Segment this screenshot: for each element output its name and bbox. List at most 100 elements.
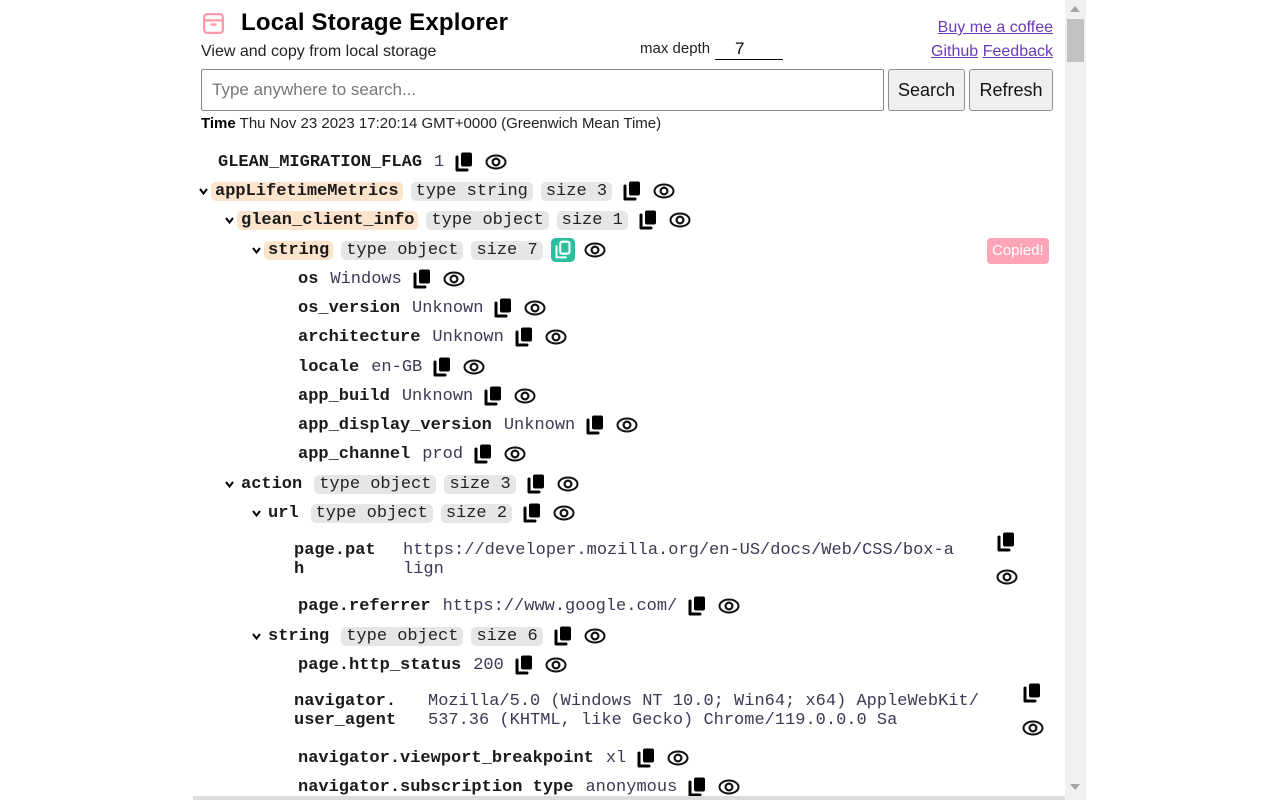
copy-icon[interactable] <box>524 472 548 496</box>
entry-key[interactable]: string <box>264 627 333 646</box>
copy-icon[interactable] <box>551 624 575 648</box>
entry-value: Unknown <box>503 415 576 435</box>
copy-icon[interactable] <box>520 501 544 525</box>
entry-key[interactable]: locale <box>294 358 363 377</box>
expand-caret-icon[interactable] <box>250 244 262 257</box>
eye-icon[interactable] <box>996 569 1018 591</box>
eye-icon[interactable] <box>1022 720 1044 742</box>
copy-icon[interactable] <box>512 653 536 677</box>
eye-icon[interactable] <box>556 472 580 496</box>
entry-key[interactable]: url <box>264 504 303 523</box>
type-badge: type string <box>410 181 533 201</box>
eye-icon[interactable] <box>552 501 576 525</box>
tree-row: page.http_status 200 <box>294 652 568 678</box>
copied-check-icon[interactable] <box>550 238 575 262</box>
entry-key: navigator. user_agent <box>294 692 397 730</box>
copy-icon[interactable] <box>452 150 476 174</box>
refresh-button[interactable]: Refresh <box>969 69 1053 111</box>
max-depth-input[interactable] <box>715 38 783 60</box>
entry-key[interactable]: navigator.subscription type <box>294 778 577 797</box>
eye-icon[interactable] <box>523 296 547 320</box>
tree-row: action type object size 3 <box>223 471 580 497</box>
copy-icon[interactable] <box>583 413 607 437</box>
entry-key[interactable]: page.http_status <box>294 656 465 675</box>
copy-icon[interactable] <box>685 594 709 618</box>
time-value: Thu Nov 23 2023 17:20:14 GMT+0000 (Green… <box>239 115 662 132</box>
size-badge: size 7 <box>471 240 543 260</box>
eye-icon[interactable] <box>666 746 690 770</box>
tree-row: app_display_version Unknown <box>294 412 639 438</box>
entry-key[interactable]: app_channel <box>294 445 414 464</box>
search-button[interactable]: Search <box>888 69 965 111</box>
entry-value: 200 <box>473 655 504 675</box>
entry-value: https://developer.mozilla.org/en-US/docs… <box>403 541 954 579</box>
tree-row: os Windows <box>294 266 466 292</box>
eye-icon[interactable] <box>544 653 568 677</box>
eye-icon[interactable] <box>462 355 486 379</box>
copy-icon[interactable] <box>996 531 1016 559</box>
tree-row: GLEAN_MIGRATION_FLAG 1 <box>214 149 508 175</box>
copy-icon[interactable] <box>634 746 658 770</box>
horizontal-scrollbar[interactable] <box>193 796 1065 800</box>
search-input[interactable] <box>201 69 884 111</box>
copy-icon[interactable] <box>481 384 505 408</box>
tree-row: glean_client_info type object size 1 <box>223 207 692 233</box>
expand-caret-icon[interactable] <box>197 185 209 198</box>
size-badge: size 3 <box>444 474 516 494</box>
eye-icon[interactable] <box>513 384 537 408</box>
entry-key[interactable]: architecture <box>294 328 424 347</box>
entry-key[interactable]: action <box>237 475 306 494</box>
entry-value: Unknown <box>401 386 474 406</box>
size-badge: size 1 <box>556 210 628 230</box>
copy-icon[interactable] <box>491 296 515 320</box>
eye-icon[interactable] <box>717 594 741 618</box>
expand-caret-icon[interactable] <box>223 478 235 491</box>
type-badge: type object <box>314 474 437 494</box>
entry-value: anonymous <box>585 777 678 797</box>
eye-icon[interactable] <box>484 150 508 174</box>
entry-key[interactable]: navigator.viewport_breakpoint <box>294 749 598 768</box>
eye-icon[interactable] <box>544 325 568 349</box>
eye-icon[interactable] <box>583 624 607 648</box>
entry-key[interactable]: GLEAN_MIGRATION_FLAG <box>214 153 426 172</box>
copy-icon[interactable] <box>636 208 660 232</box>
type-badge: type object <box>310 503 433 523</box>
feedback-link[interactable]: Feedback <box>983 43 1053 61</box>
entry-key[interactable]: appLifetimeMetrics <box>211 181 403 201</box>
entry-key[interactable]: os <box>294 270 322 289</box>
eye-icon[interactable] <box>583 238 607 262</box>
vertical-scrollbar[interactable] <box>1065 0 1086 800</box>
buy-me-a-coffee-link[interactable]: Buy me a coffee <box>938 19 1053 37</box>
expand-caret-icon[interactable] <box>250 507 262 520</box>
copy-icon[interactable] <box>1022 682 1042 710</box>
entry-key[interactable]: page.referrer <box>294 597 435 616</box>
copy-icon[interactable] <box>471 442 495 466</box>
expand-caret-icon[interactable] <box>223 214 235 227</box>
scrollbar-thumb[interactable] <box>1067 19 1084 62</box>
tree-row: app_channel prod <box>294 441 527 467</box>
eye-icon[interactable] <box>442 267 466 291</box>
eye-icon[interactable] <box>615 413 639 437</box>
expand-caret-icon[interactable] <box>250 630 262 643</box>
entry-key[interactable]: string <box>264 240 334 260</box>
entry-key[interactable]: os_version <box>294 299 404 318</box>
scroll-up-arrow-icon[interactable] <box>1070 6 1080 12</box>
entry-key[interactable]: app_display_version <box>294 416 496 435</box>
scroll-down-arrow-icon[interactable] <box>1070 784 1080 790</box>
entry-value: https://www.google.com/ <box>442 596 678 616</box>
copy-icon[interactable] <box>410 267 434 291</box>
type-badge: type object <box>341 240 464 260</box>
tree-row: app_build Unknown <box>294 383 537 409</box>
tree-row: string type object size 7 <box>250 237 607 263</box>
eye-icon[interactable] <box>668 208 692 232</box>
eye-icon[interactable] <box>503 442 527 466</box>
archive-box-icon <box>202 12 225 35</box>
entry-key[interactable]: glean_client_info <box>237 210 419 230</box>
copy-icon[interactable] <box>620 179 644 203</box>
entry-key[interactable]: app_build <box>294 387 394 406</box>
github-link[interactable]: Github <box>931 43 978 61</box>
copy-icon[interactable] <box>512 325 536 349</box>
copy-icon[interactable] <box>430 355 454 379</box>
tree-row: page.referrer https://www.google.com/ <box>294 593 741 619</box>
eye-icon[interactable] <box>652 179 676 203</box>
